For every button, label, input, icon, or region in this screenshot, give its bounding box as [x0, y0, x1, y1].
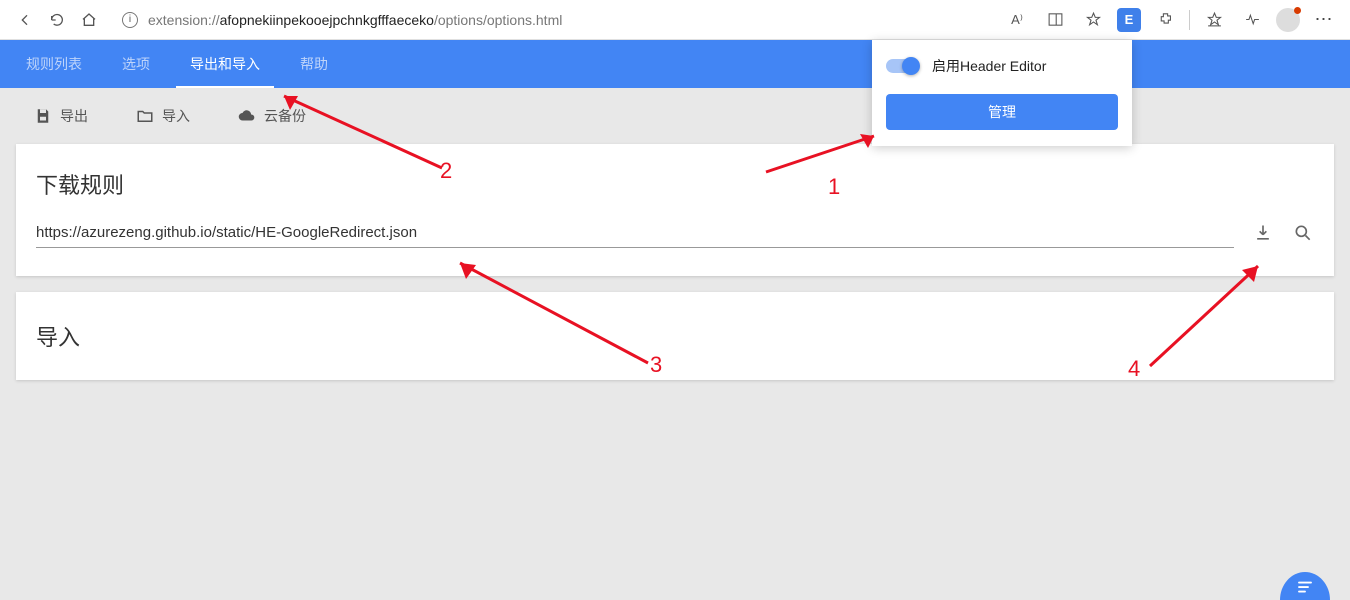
export-label: 导出: [60, 106, 88, 126]
download-rules-title: 下载规则: [16, 144, 1334, 218]
tab-options[interactable]: 选项: [102, 40, 170, 88]
tab-export-import[interactable]: 导出和导入: [170, 40, 280, 88]
extensions-icon[interactable]: [1151, 6, 1179, 34]
export-button[interactable]: 导出: [34, 106, 88, 126]
save-icon: [34, 107, 52, 125]
download-rules-card: 下载规则: [16, 144, 1334, 276]
extension-popup: 启用Header Editor 管理: [872, 40, 1132, 146]
tab-bar: 规则列表 选项 导出和导入 帮助: [0, 40, 1350, 88]
address-bar[interactable]: i extension://afopnekiinpekooejpchnkgfff…: [112, 8, 991, 32]
browser-toolbar: i extension://afopnekiinpekooejpchnkgfff…: [0, 0, 1350, 40]
cloud-label: 云备份: [264, 106, 306, 126]
read-aloud-icon[interactable]: A⁾: [1003, 6, 1031, 34]
import-button[interactable]: 导入: [136, 106, 190, 126]
action-toolbar: 导出 导入 云备份: [0, 88, 1350, 144]
tab-help[interactable]: 帮助: [280, 40, 348, 88]
back-icon[interactable]: [16, 11, 34, 29]
import-card-title: 导入: [16, 292, 1334, 380]
search-icon[interactable]: [1292, 222, 1314, 244]
download-icon[interactable]: [1252, 222, 1274, 244]
cloud-backup-button[interactable]: 云备份: [238, 106, 306, 126]
header-editor-extension-icon[interactable]: E: [1117, 8, 1141, 32]
fab-menu[interactable]: [1280, 572, 1330, 600]
url-text: extension://afopnekiinpekooejpchnkgfffae…: [148, 12, 562, 28]
enable-toggle[interactable]: [886, 59, 918, 73]
divider: [1189, 10, 1190, 30]
import-card: 导入: [16, 292, 1334, 380]
list-icon: [1294, 578, 1316, 596]
favorites-bar-icon[interactable]: [1200, 6, 1228, 34]
favorite-icon[interactable]: [1079, 6, 1107, 34]
info-icon[interactable]: i: [122, 12, 138, 28]
tab-rule-list[interactable]: 规则列表: [6, 40, 102, 88]
download-url-input[interactable]: [36, 218, 1234, 248]
manage-button[interactable]: 管理: [886, 94, 1118, 130]
enable-label: 启用Header Editor: [932, 56, 1046, 76]
folder-icon: [136, 107, 154, 125]
performance-icon[interactable]: [1238, 6, 1266, 34]
profile-avatar[interactable]: [1276, 8, 1300, 32]
import-label: 导入: [162, 106, 190, 126]
sidebar-icon[interactable]: [1041, 6, 1069, 34]
cloud-icon: [238, 107, 256, 125]
refresh-icon[interactable]: [48, 11, 66, 29]
more-icon[interactable]: ⋯: [1310, 6, 1338, 34]
home-icon[interactable]: [80, 11, 98, 29]
